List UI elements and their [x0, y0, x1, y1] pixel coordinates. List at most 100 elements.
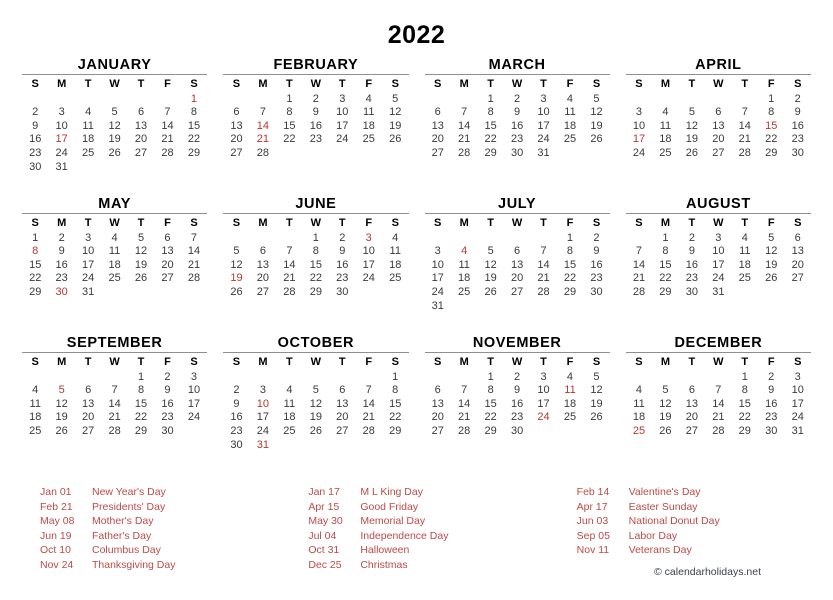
day-cell[interactable]: 30 — [22, 161, 48, 175]
day-cell[interactable]: 23 — [679, 272, 705, 286]
day-cell[interactable]: 20 — [75, 411, 101, 425]
day-cell[interactable]: 29 — [22, 286, 48, 300]
day-cell[interactable]: 4 — [276, 384, 302, 398]
day-cell[interactable]: 27 — [128, 147, 154, 161]
day-cell[interactable]: 11 — [22, 398, 48, 412]
day-cell[interactable]: 31 — [75, 286, 101, 300]
day-cell[interactable]: 10 — [329, 106, 355, 120]
day-cell[interactable]: 14 — [626, 259, 652, 273]
day-cell[interactable]: 8 — [652, 245, 678, 259]
day-cell[interactable]: 23 — [154, 411, 180, 425]
day-cell[interactable]: 13 — [250, 259, 276, 273]
day-cell-holiday[interactable]: 19 — [223, 272, 249, 286]
day-cell[interactable]: 13 — [223, 120, 249, 134]
day-cell[interactable]: 3 — [626, 106, 652, 120]
day-cell[interactable]: 20 — [679, 411, 705, 425]
day-cell[interactable]: 15 — [128, 398, 154, 412]
day-cell-holiday[interactable]: 3 — [356, 232, 382, 246]
day-cell[interactable]: 2 — [504, 93, 530, 107]
day-cell[interactable]: 25 — [382, 272, 409, 286]
day-cell[interactable]: 7 — [250, 106, 276, 120]
day-cell[interactable]: 11 — [557, 106, 583, 120]
day-cell[interactable]: 29 — [652, 286, 678, 300]
day-cell-holiday[interactable]: 14 — [250, 120, 276, 134]
day-cell[interactable]: 16 — [223, 411, 249, 425]
day-cell[interactable]: 29 — [382, 425, 409, 439]
day-cell[interactable]: 1 — [732, 371, 758, 385]
day-cell[interactable]: 18 — [557, 120, 583, 134]
day-cell[interactable]: 12 — [583, 384, 610, 398]
day-cell[interactable]: 18 — [356, 120, 382, 134]
day-cell[interactable]: 22 — [477, 133, 503, 147]
day-cell[interactable]: 4 — [22, 384, 48, 398]
day-cell[interactable]: 1 — [477, 371, 503, 385]
day-cell[interactable]: 20 — [128, 133, 154, 147]
day-cell[interactable]: 5 — [758, 232, 784, 246]
day-cell[interactable]: 1 — [128, 371, 154, 385]
day-cell[interactable]: 17 — [530, 398, 556, 412]
day-cell[interactable]: 10 — [626, 120, 652, 134]
day-cell[interactable]: 28 — [356, 425, 382, 439]
day-cell[interactable]: 6 — [504, 245, 530, 259]
day-cell[interactable]: 14 — [154, 120, 180, 134]
day-cell[interactable]: 27 — [154, 272, 180, 286]
day-cell[interactable]: 10 — [784, 384, 811, 398]
day-cell[interactable]: 28 — [276, 286, 302, 300]
day-cell[interactable]: 29 — [557, 286, 583, 300]
day-cell[interactable]: 24 — [626, 147, 652, 161]
day-cell[interactable]: 21 — [451, 133, 477, 147]
day-cell[interactable]: 7 — [530, 245, 556, 259]
day-cell[interactable]: 6 — [425, 106, 451, 120]
day-cell[interactable]: 9 — [303, 106, 329, 120]
day-cell[interactable]: 6 — [75, 384, 101, 398]
day-cell[interactable]: 31 — [48, 161, 74, 175]
day-cell[interactable]: 10 — [705, 245, 731, 259]
day-cell[interactable]: 7 — [154, 106, 180, 120]
day-cell[interactable]: 5 — [652, 384, 678, 398]
day-cell[interactable]: 5 — [583, 93, 610, 107]
day-cell[interactable]: 8 — [477, 106, 503, 120]
day-cell[interactable]: 2 — [223, 384, 249, 398]
day-cell[interactable]: 24 — [329, 133, 355, 147]
day-cell[interactable]: 12 — [101, 120, 127, 134]
day-cell[interactable]: 18 — [22, 411, 48, 425]
day-cell[interactable]: 28 — [451, 147, 477, 161]
day-cell[interactable]: 12 — [652, 398, 678, 412]
day-cell[interactable]: 19 — [652, 411, 678, 425]
day-cell[interactable]: 15 — [477, 398, 503, 412]
day-cell[interactable]: 1 — [22, 232, 48, 246]
day-cell[interactable]: 4 — [557, 93, 583, 107]
day-cell[interactable]: 25 — [652, 147, 678, 161]
day-cell[interactable]: 22 — [181, 133, 208, 147]
day-cell[interactable]: 13 — [425, 398, 451, 412]
day-cell[interactable]: 17 — [75, 259, 101, 273]
day-cell[interactable]: 3 — [530, 93, 556, 107]
day-cell[interactable]: 2 — [48, 232, 74, 246]
day-cell[interactable]: 3 — [530, 371, 556, 385]
day-cell[interactable]: 24 — [75, 272, 101, 286]
day-cell[interactable]: 27 — [425, 425, 451, 439]
day-cell[interactable]: 9 — [583, 245, 610, 259]
day-cell[interactable]: 12 — [583, 106, 610, 120]
day-cell[interactable]: 3 — [48, 106, 74, 120]
day-cell[interactable]: 28 — [530, 286, 556, 300]
day-cell[interactable]: 19 — [477, 272, 503, 286]
day-cell[interactable]: 21 — [276, 272, 302, 286]
day-cell[interactable]: 26 — [303, 425, 329, 439]
day-cell[interactable]: 2 — [22, 106, 48, 120]
day-cell[interactable]: 30 — [679, 286, 705, 300]
day-cell[interactable]: 30 — [784, 147, 811, 161]
day-cell[interactable]: 7 — [101, 384, 127, 398]
day-cell[interactable]: 13 — [128, 120, 154, 134]
day-cell[interactable]: 18 — [382, 259, 409, 273]
day-cell-holiday[interactable]: 25 — [626, 425, 652, 439]
day-cell-holiday[interactable]: 21 — [250, 133, 276, 147]
day-cell[interactable]: 7 — [705, 384, 731, 398]
day-cell[interactable]: 3 — [75, 232, 101, 246]
day-cell[interactable]: 17 — [784, 398, 811, 412]
day-cell[interactable]: 16 — [679, 259, 705, 273]
day-cell[interactable]: 1 — [557, 232, 583, 246]
day-cell[interactable]: 9 — [504, 384, 530, 398]
day-cell-holiday[interactable]: 1 — [181, 93, 208, 107]
day-cell[interactable]: 13 — [705, 120, 731, 134]
